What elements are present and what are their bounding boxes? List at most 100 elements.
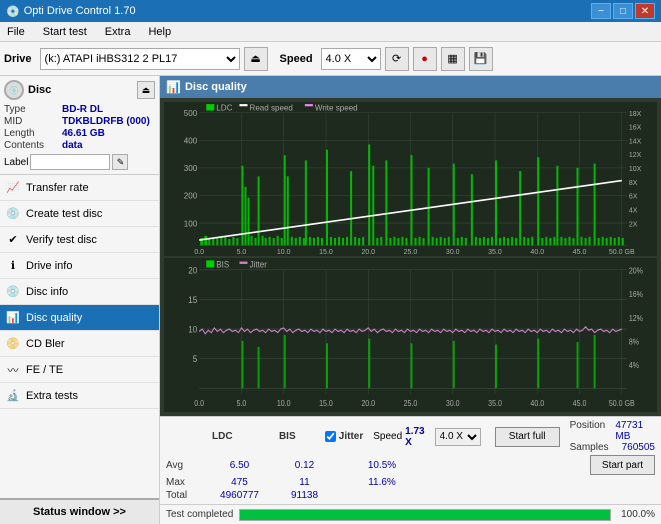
nav-label-extra-tests: Extra tests (26, 390, 78, 402)
sidebar-item-disc-quality[interactable]: 📊 Disc quality (0, 305, 159, 331)
verify-test-icon: ✔ (6, 233, 20, 247)
svg-text:15.0: 15.0 (319, 247, 333, 256)
extra-tests-icon: 🔬 (6, 389, 20, 403)
progress-label: Test completed (166, 509, 233, 520)
svg-text:50.0 GB: 50.0 GB (609, 247, 635, 256)
sidebar-item-drive-info[interactable]: ℹ Drive info (0, 253, 159, 279)
drive-label: Drive (4, 53, 32, 65)
jitter-checkbox[interactable] (325, 431, 336, 442)
menu-extra[interactable]: Extra (102, 25, 134, 39)
svg-text:4%: 4% (629, 361, 639, 371)
speed-select[interactable]: 4.0 X 1.0 X 2.0 X 6.0 X 8.0 X (321, 48, 381, 70)
drive-info-icon: ℹ (6, 259, 20, 273)
avg-jitter: 10.5% (368, 460, 396, 471)
nav-label-disc-info: Disc info (26, 286, 68, 298)
sidebar: 💿 Disc ⏏ Type BD-R DL MID TDKBLDRFB (000… (0, 76, 160, 524)
svg-text:20: 20 (188, 265, 197, 276)
stats-panel: LDC BIS Jitter Speed 1.73 X (160, 416, 661, 504)
svg-text:40.0: 40.0 (530, 399, 544, 409)
sidebar-item-cd-bler[interactable]: 📀 CD Bler (0, 331, 159, 357)
speed-group: Speed 1.73 X (373, 426, 424, 448)
sidebar-item-disc-info[interactable]: 💿 Disc info (0, 279, 159, 305)
maximize-button[interactable]: □ (613, 3, 633, 19)
bis-header: BIS (279, 431, 296, 442)
label-input[interactable] (30, 154, 110, 170)
drive-select[interactable]: (k:) ATAPI iHBS312 2 PL17 (40, 48, 240, 70)
disc-eject-button[interactable]: ⏏ (137, 81, 155, 99)
stats-row-max: Max 475 11 11.6% (166, 477, 655, 488)
svg-text:10.0: 10.0 (277, 399, 291, 409)
menu-start-test[interactable]: Start test (40, 25, 90, 39)
content-header-title: Disc quality (185, 81, 247, 93)
app-icon: 💿 (6, 5, 20, 18)
svg-text:300: 300 (184, 164, 198, 173)
svg-text:40.0: 40.0 (530, 247, 544, 256)
sidebar-item-extra-tests[interactable]: 🔬 Extra tests (0, 383, 159, 409)
sidebar-item-verify-test-disc[interactable]: ✔ Verify test disc (0, 227, 159, 253)
avg-label: Avg (166, 460, 202, 471)
mid-label: MID (4, 116, 62, 127)
nav-label-fe-te: FE / TE (26, 364, 63, 376)
save-button[interactable]: 💾 (469, 47, 493, 71)
app-title: Opti Drive Control 1.70 (24, 5, 136, 17)
chart-bottom: 20 15 10 5 20% 16% 12% 8% 4% (164, 258, 657, 412)
content-header: 📊 Disc quality (160, 76, 661, 98)
max-bis: 11 (277, 477, 332, 488)
menu-help[interactable]: Help (145, 25, 174, 39)
max-jitter: 11.6% (368, 477, 396, 488)
contents-value: data (62, 140, 83, 151)
svg-text:8X: 8X (629, 178, 638, 187)
svg-text:18X: 18X (629, 109, 642, 118)
label-edit-button[interactable]: ✎ (112, 154, 128, 170)
cd-bler-icon: 📀 (6, 337, 20, 351)
pattern-button[interactable]: ▦ (441, 47, 465, 71)
jitter-check-group: Jitter (325, 431, 363, 442)
svg-text:35.0: 35.0 (488, 247, 502, 256)
disc-quality-icon: 📊 (6, 311, 20, 325)
refresh-button[interactable]: ⟳ (385, 47, 409, 71)
svg-text:5.0: 5.0 (237, 399, 247, 409)
main-area: 💿 Disc ⏏ Type BD-R DL MID TDKBLDRFB (000… (0, 76, 661, 524)
svg-text:4X: 4X (629, 205, 638, 214)
svg-text:100: 100 (184, 219, 198, 228)
sidebar-item-create-test-disc[interactable]: 💿 Create test disc (0, 201, 159, 227)
speed-label: Speed (280, 53, 313, 65)
disc-label-row: Label ✎ (4, 154, 155, 170)
speed-stat-select[interactable]: 4.0 X (435, 428, 481, 446)
nav-label-cd-bler: CD Bler (26, 338, 65, 350)
toolbar: Drive (k:) ATAPI iHBS312 2 PL17 ⏏ Speed … (0, 42, 661, 76)
disc-contents-row: Contents data (4, 140, 155, 151)
nav-label-disc-quality: Disc quality (26, 312, 82, 324)
nav-label-drive-info: Drive info (26, 260, 72, 272)
close-button[interactable]: ✕ (635, 3, 655, 19)
svg-text:5.0: 5.0 (237, 247, 247, 256)
svg-text:20.0: 20.0 (361, 247, 375, 256)
svg-text:25.0: 25.0 (404, 247, 418, 256)
svg-text:8%: 8% (629, 337, 639, 347)
nav-label-transfer-rate: Transfer rate (26, 182, 89, 194)
svg-text:25.0: 25.0 (404, 399, 418, 409)
record-button[interactable]: ● (413, 47, 437, 71)
mid-value: TDKBLDRFB (000) (62, 116, 150, 127)
transfer-rate-icon: 📈 (6, 181, 20, 195)
start-part-button[interactable]: Start part (590, 455, 655, 475)
svg-text:50.0 GB: 50.0 GB (609, 399, 635, 409)
eject-button[interactable]: ⏏ (244, 47, 268, 71)
total-label: Total (166, 490, 202, 501)
length-value: 46.61 GB (62, 128, 105, 139)
total-bis: 91138 (277, 490, 332, 501)
speed-stat-label: Speed (373, 431, 402, 442)
sidebar-item-transfer-rate[interactable]: 📈 Transfer rate (0, 175, 159, 201)
svg-text:15: 15 (188, 294, 197, 305)
status-window-button[interactable]: Status window >> (0, 498, 159, 524)
svg-text:30.0: 30.0 (446, 247, 460, 256)
start-full-button[interactable]: Start full (495, 427, 560, 447)
label-label: Label (4, 157, 28, 168)
create-test-icon: 💿 (6, 207, 20, 221)
disc-info-icon: 💿 (6, 285, 20, 299)
sidebar-item-fe-te[interactable]: 〰 FE / TE (0, 357, 159, 383)
avg-ldc: 6.50 (212, 460, 267, 471)
title-bar: 💿 Opti Drive Control 1.70 − □ ✕ (0, 0, 661, 22)
menu-file[interactable]: File (4, 25, 28, 39)
minimize-button[interactable]: − (591, 3, 611, 19)
